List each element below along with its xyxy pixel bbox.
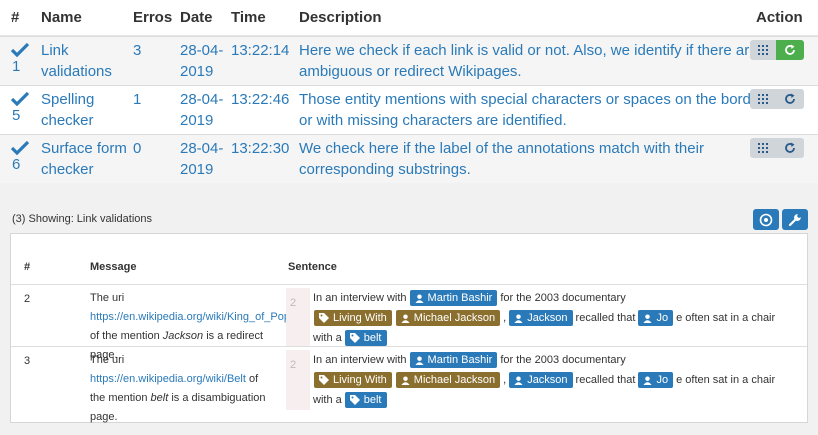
locate-button[interactable] — [753, 209, 779, 230]
row-description: We check here if the label of the annota… — [299, 140, 704, 178]
tag-icon — [349, 395, 360, 405]
person-icon — [414, 293, 424, 303]
error-details-panel: # Message Sentence 2 The uri https://en.… — [10, 233, 808, 423]
row-number: 1 — [12, 58, 21, 75]
person-icon — [643, 313, 653, 323]
person-icon — [643, 375, 653, 385]
validation-row[interactable]: 5 Spelling checker 1 28-04- 2019 13:22:46 … — [0, 85, 818, 134]
tag-icon — [319, 375, 329, 385]
wiki-link[interactable]: https://en.wikipedia.org/wiki/King_of_Po… — [90, 311, 290, 323]
detail-message: The uri https://en.wikipedia.org/wiki/Be… — [90, 354, 266, 423]
header-name: Name — [41, 9, 82, 26]
header-time: Time — [231, 9, 266, 26]
entity-tag[interactable]: Living With — [314, 310, 392, 326]
row-number: 5 — [12, 107, 21, 124]
entity-tag[interactable]: belt — [344, 392, 387, 408]
entity-tag[interactable]: Jo — [638, 310, 674, 326]
refresh-icon — [785, 142, 795, 153]
rerun-button[interactable] — [776, 40, 804, 60]
header-description: Description — [299, 9, 382, 26]
detail-row-number: 3 — [24, 355, 31, 367]
person-icon — [514, 313, 523, 323]
rerun-button[interactable] — [776, 138, 804, 158]
row-time: 13:22:30 — [231, 140, 290, 157]
row-description: Those entity mentions with special chara… — [299, 91, 776, 129]
target-icon — [759, 213, 773, 227]
entity-tag[interactable]: Martin Bashir — [409, 352, 498, 368]
person-icon — [514, 375, 523, 385]
validations-table: # Name Erros Date Time Description Actio… — [0, 0, 818, 183]
validation-row[interactable]: 6 Surface form checker 0 28-04- 2019 13:22… — [0, 134, 818, 183]
row-time: 13:22:14 — [231, 42, 290, 59]
header-errors: Erros — [133, 9, 173, 26]
rerun-button[interactable] — [776, 89, 804, 109]
wiki-link[interactable]: https://en.wikipedia.org/wiki/Belt — [90, 373, 246, 385]
grid-icon — [758, 45, 768, 55]
divider — [11, 346, 807, 347]
entity-tag[interactable]: Living With — [314, 372, 392, 388]
row-errors: 1 — [133, 91, 142, 108]
entity-tag[interactable]: belt — [344, 330, 387, 346]
tag-icon — [349, 333, 360, 343]
entity-tag[interactable]: Jackson — [509, 310, 573, 326]
row-errors: 0 — [133, 140, 142, 157]
refresh-icon — [785, 44, 795, 55]
view-errors-button[interactable] — [750, 40, 776, 60]
detail-header-num: # — [24, 261, 31, 273]
entity-tag[interactable]: Martin Bashir — [409, 290, 498, 306]
view-errors-button[interactable] — [750, 89, 776, 109]
row-name[interactable]: Spelling checker — [41, 89, 94, 131]
entity-tag[interactable]: Jo — [638, 372, 674, 388]
check-icon — [11, 42, 29, 58]
annotated-sentence: In an interview with Martin Bashir for t… — [312, 350, 775, 410]
row-errors: 3 — [133, 42, 142, 59]
row-name[interactable]: Link validations — [41, 40, 112, 82]
line-gutter: 2 — [286, 288, 310, 346]
header-num: # — [11, 9, 20, 26]
annotated-sentence: In an interview with Martin Bashir for t… — [312, 288, 775, 348]
header-date: Date — [180, 9, 213, 26]
showing-label: (3) Showing: Link validations — [12, 213, 153, 225]
check-icon — [11, 91, 29, 107]
entity-tag[interactable]: Michael Jackson — [395, 310, 501, 326]
entity-tag[interactable]: Jackson — [509, 372, 573, 388]
row-date: 28-04- 2019 — [180, 91, 224, 129]
row-name[interactable]: Surface form checker — [41, 138, 127, 180]
row-number: 6 — [12, 156, 21, 173]
grid-icon — [758, 94, 768, 104]
fix-button[interactable] — [782, 209, 808, 230]
person-icon — [401, 375, 410, 385]
entity-tag[interactable]: Michael Jackson — [395, 372, 501, 388]
row-date: 28-04- 2019 — [180, 140, 224, 178]
tag-icon — [319, 313, 329, 323]
refresh-icon — [785, 93, 795, 104]
row-date: 28-04- 2019 — [180, 42, 224, 80]
wrench-icon — [788, 214, 801, 227]
view-errors-button[interactable] — [750, 138, 776, 158]
person-icon — [401, 313, 410, 323]
detail-header-message: Message — [90, 261, 137, 273]
check-icon — [11, 140, 29, 156]
detail-header-sentence: Sentence — [288, 261, 337, 273]
detail-row-number: 2 — [24, 293, 31, 305]
grid-icon — [758, 143, 768, 153]
person-icon — [414, 355, 424, 365]
validation-row[interactable]: 1 Link validations 3 28-04- 2019 13:22:14 … — [0, 36, 818, 85]
divider — [11, 284, 807, 285]
row-time: 13:22:46 — [231, 91, 290, 108]
validations-header: # Name Erros Date Time Description Actio… — [0, 0, 818, 36]
row-description: Here we check if each link is valid or n… — [299, 42, 758, 80]
line-gutter: 2 — [286, 350, 310, 410]
header-action: Action — [756, 9, 803, 26]
